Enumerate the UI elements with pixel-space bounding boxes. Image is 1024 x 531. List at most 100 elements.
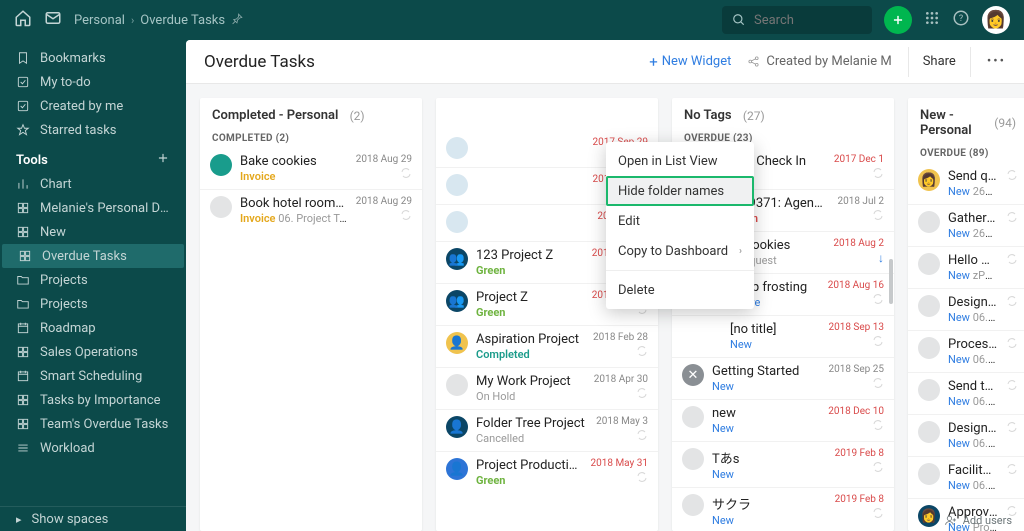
task-date: 2018 Sep 25 [828, 364, 884, 375]
task-item[interactable]: Process client T&New 06. Project Te [908, 330, 1024, 372]
recur-icon [1006, 295, 1018, 310]
recur-icon [400, 167, 412, 182]
task-item[interactable]: newNew 2018 Dec 10 [672, 399, 894, 441]
breadcrumb-space[interactable]: Personal [74, 13, 125, 28]
user-avatar[interactable]: 👩 [982, 6, 1010, 34]
apps-icon[interactable] [924, 10, 940, 30]
show-spaces[interactable]: ▸ Show spaces [0, 507, 186, 531]
assignee-avatar[interactable] [918, 253, 940, 275]
sidebar-tool-10[interactable]: Team's Overdue Tasks [0, 412, 186, 436]
search-input[interactable] [754, 13, 849, 28]
assignee-avatar[interactable] [918, 463, 940, 485]
task-date: 2018 Jul 2 [837, 196, 884, 207]
task-item[interactable]: Gather DetailsNew 265399753: e [908, 204, 1024, 246]
assignee-avatar[interactable] [918, 337, 940, 359]
new-widget-button[interactable]: +New Widget [649, 53, 731, 71]
pin-icon[interactable] [231, 12, 244, 29]
breadcrumb: Personal › Overdue Tasks [74, 12, 244, 29]
task-title: Aspiration Project [476, 332, 585, 347]
sidebar-tool-0[interactable]: Chart [0, 172, 186, 196]
task-item[interactable]: 👤 Aspiration ProjectCompleted 2018 Feb 2… [436, 325, 658, 367]
recur-icon [400, 209, 412, 224]
task-date: 2018 Dec 10 [828, 406, 884, 417]
assignee-avatar[interactable] [918, 211, 940, 233]
recur-icon [1006, 253, 1018, 268]
created-by[interactable]: Created by Melanie M [747, 54, 891, 69]
assignee-avatar[interactable] [446, 374, 468, 396]
assignee-avatar[interactable] [918, 379, 940, 401]
task-item[interactable]: Bake cookiesInvoice 2018 Aug 29 [200, 148, 422, 189]
task-item[interactable]: My Work ProjectOn Hold 2018 Apr 30 [436, 367, 658, 409]
cm-copy-dashboard[interactable]: Copy to Dashboard› [606, 236, 754, 266]
plus-icon[interactable] [156, 151, 170, 169]
cm-delete[interactable]: Delete [606, 275, 754, 305]
task-item[interactable]: 👤 Project ProductivityGreen 2018 May 31 [436, 451, 658, 493]
sidebar-tool-3[interactable]: Overdue Tasks [2, 244, 184, 268]
help-icon[interactable]: ? [952, 9, 970, 31]
task-title: Process client T& [948, 337, 998, 352]
add-button[interactable] [884, 6, 912, 34]
sidebar-tool-7[interactable]: Sales Operations [0, 340, 186, 364]
more-menu[interactable]: ••• [987, 54, 1006, 69]
cm-open-list-view[interactable]: Open in List View [606, 146, 754, 176]
assignee-avatar[interactable] [446, 211, 468, 233]
recur-icon [1006, 379, 1018, 394]
cm-edit[interactable]: Edit [606, 206, 754, 236]
assignee-avatar[interactable]: 👤 [446, 458, 468, 480]
sidebar-item-label: Overdue Tasks [42, 249, 127, 264]
task-item[interactable]: ✕ Getting StartedNew 2018 Sep 25 [672, 357, 894, 399]
task-date: 2018 Aug 29 [356, 154, 412, 165]
assignee-avatar[interactable] [918, 295, 940, 317]
task-title: Send tax info to c [948, 379, 998, 394]
assignee-avatar[interactable] [446, 137, 468, 159]
task-title: Facilitation [948, 463, 998, 478]
assignee-avatar[interactable] [210, 154, 232, 176]
sidebar-tool-11[interactable]: Workload [0, 436, 186, 460]
task-item[interactable]: Design & distribuNew 06. Project Te [908, 414, 1024, 456]
sidebar-nav-3[interactable]: Starred tasks [0, 118, 186, 142]
sidebar-tool-2[interactable]: New [0, 220, 186, 244]
assignee-avatar[interactable]: 👩 [918, 169, 940, 191]
task-title: Bake cookies [240, 154, 348, 169]
assignee-avatar[interactable] [446, 174, 468, 196]
task-item[interactable]: Book hotel rooms fo...Invoice 06. Projec… [200, 189, 422, 231]
cm-hide-folder-names[interactable]: Hide folder names [606, 176, 754, 206]
task-item[interactable]: [no title]New 2018 Sep 13 [672, 315, 894, 357]
group-header: OVERDUE (89) [908, 144, 1024, 163]
task-item[interactable]: TあsNew 2019 Feb 8 [672, 441, 894, 487]
share-button[interactable]: Share [908, 47, 971, 77]
assignee-avatar[interactable] [918, 421, 940, 443]
task-item[interactable]: Send tax info to cNew 06. Project Te [908, 372, 1024, 414]
sidebar-tool-6[interactable]: Roadmap [0, 316, 186, 340]
task-item[interactable]: 👩 Send quoteNew 265399753: e [908, 163, 1024, 204]
sidebar-nav-1[interactable]: My to-do [0, 70, 186, 94]
assignee-avatar[interactable]: 👥 [446, 290, 468, 312]
task-item[interactable]: 👤 Folder Tree ProjectCancelled 2018 May … [436, 409, 658, 451]
scrollbar[interactable] [889, 259, 893, 304]
sidebar-nav-0[interactable]: Bookmarks [0, 46, 186, 70]
task-item[interactable]: Design & distribuNew 06. Project Te [908, 288, 1024, 330]
sidebar-tool-9[interactable]: Tasks by Importance [0, 388, 186, 412]
assignee-avatar[interactable] [682, 448, 704, 470]
assignee-avatar[interactable]: ✕ [682, 364, 704, 386]
home-icon[interactable] [14, 9, 32, 31]
assignee-avatar[interactable] [210, 196, 232, 218]
task-item[interactable]: › FacilitationNew 06. Project Te [908, 456, 1024, 498]
recur-icon [636, 387, 648, 402]
sidebar-tool-1[interactable]: Melanie's Personal Dashboard [0, 196, 186, 220]
assignee-avatar[interactable]: 👥 [446, 248, 468, 270]
task-item[interactable]: › Hello World 1New zPersonal & [908, 246, 1024, 288]
sidebar-tool-8[interactable]: Smart Scheduling [0, 364, 186, 388]
breadcrumb-page[interactable]: Overdue Tasks [140, 13, 225, 28]
assignee-avatar[interactable]: 👤 [446, 332, 468, 354]
add-users-button[interactable]: Add users [944, 514, 1012, 527]
sidebar-tool-5[interactable]: Projects [0, 292, 186, 316]
task-date: 2018 Aug 2 [833, 238, 884, 249]
mail-icon[interactable] [44, 9, 62, 31]
assignee-avatar[interactable] [682, 406, 704, 428]
page-title: Overdue Tasks [204, 52, 315, 72]
sidebar-nav-2[interactable]: Created by me [0, 94, 186, 118]
sidebar-tool-4[interactable]: Projects [0, 268, 186, 292]
assignee-avatar[interactable]: 👤 [446, 416, 468, 438]
search-box[interactable] [722, 6, 872, 34]
